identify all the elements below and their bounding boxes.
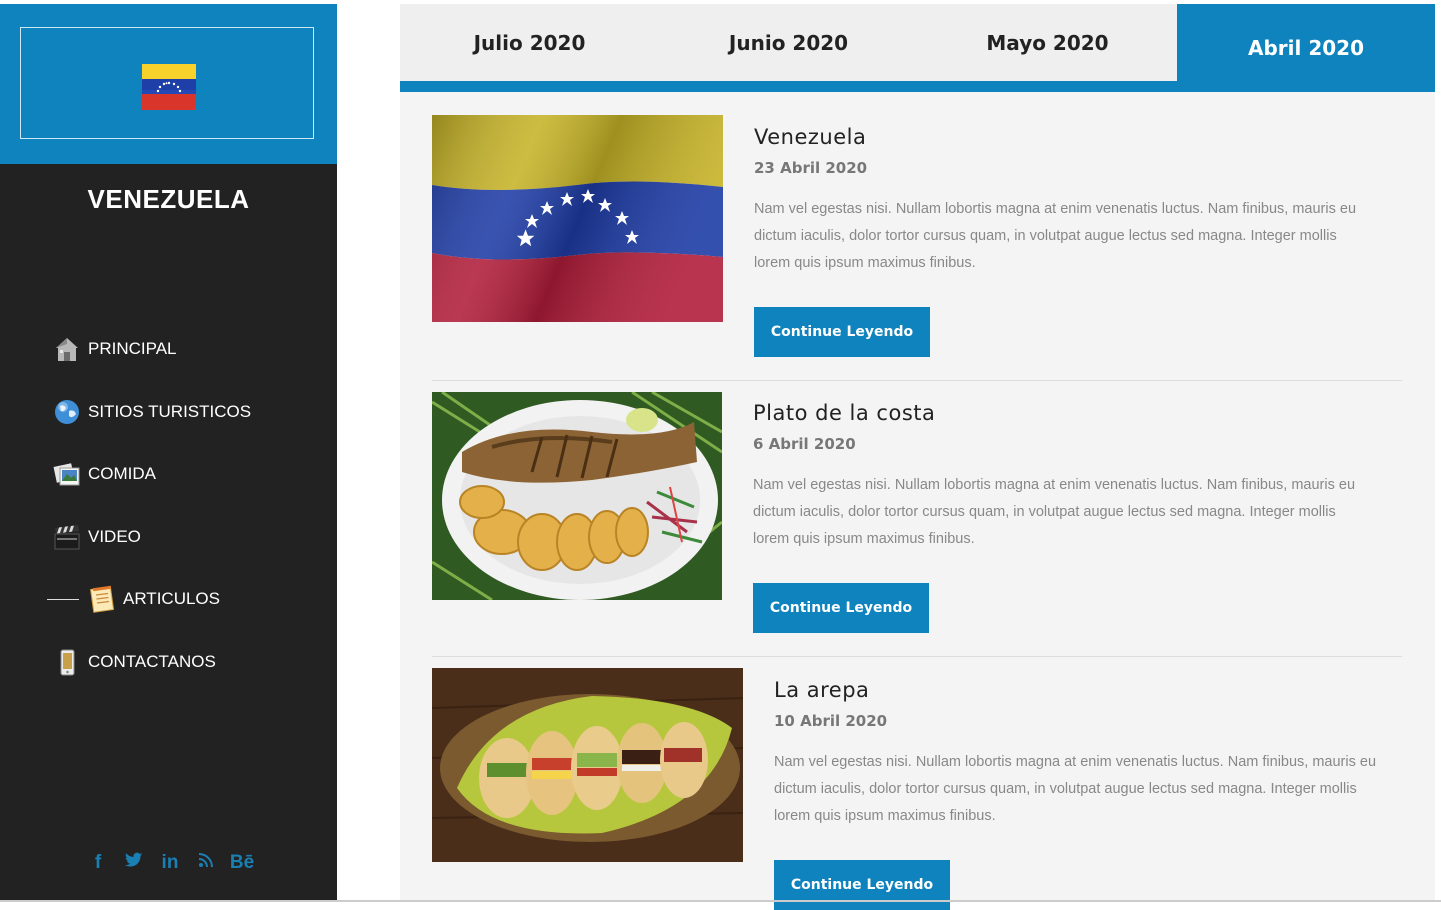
nav-item-contactanos[interactable]: CONTACTANOS	[52, 645, 216, 679]
article-title[interactable]: Venezuela	[754, 125, 866, 149]
article-date: 6 Abril 2020	[753, 435, 856, 453]
tab-julio-2020[interactable]: Julio 2020	[400, 4, 659, 81]
nav-label: PRINCIPAL	[88, 339, 177, 358]
tab-abril-2020[interactable]: Abril 2020	[1177, 4, 1435, 92]
article-date: 10 Abril 2020	[774, 712, 888, 730]
nav-item-principal[interactable]: PRINCIPAL	[52, 332, 177, 366]
active-indicator	[47, 598, 79, 600]
linkedin-icon[interactable]: in	[152, 852, 188, 874]
nav-item-comida[interactable]: COMIDA	[52, 457, 156, 491]
tab-underline	[400, 81, 1435, 92]
article-title[interactable]: Plato de la costa	[753, 401, 935, 425]
rss-icon[interactable]	[188, 852, 224, 874]
sidebar: VENEZUELA PRINCIPAL SITIOS TURISTICOS CO…	[0, 4, 337, 902]
facebook-icon[interactable]: f	[80, 852, 116, 874]
article-excerpt: Nam vel egestas nisi. Nullam lobortis ma…	[774, 754, 1377, 824]
nav-label: COMIDA	[88, 464, 156, 483]
main-content: Julio 2020 Junio 2020 Mayo 2020 Abril 20…	[400, 4, 1435, 910]
nav-label: ARTICULOS	[123, 589, 220, 608]
article-excerpt: Nam vel egestas nisi. Nullam lobortis ma…	[754, 201, 1357, 271]
twitter-icon[interactable]	[116, 852, 152, 874]
article-divider	[432, 656, 1402, 657]
globe-icon	[55, 400, 79, 424]
article-excerpt: Nam vel egestas nisi. Nullam lobortis ma…	[753, 477, 1356, 547]
social-links: f in Bē	[80, 852, 260, 874]
phone-icon	[60, 649, 75, 676]
continue-reading-button[interactable]: Continue Leyendo	[774, 860, 950, 910]
arepas-basket-photo[interactable]	[432, 668, 743, 862]
nav-label: SITIOS TURISTICOS	[88, 402, 252, 421]
notepad-icon	[90, 585, 115, 613]
venezuela-flag-logo[interactable]	[142, 64, 196, 110]
nav-item-sitios-turisticos[interactable]: SITIOS TURISTICOS	[52, 395, 251, 429]
tab-mayo-2020[interactable]: Mayo 2020	[918, 4, 1177, 81]
continue-reading-button[interactable]: Continue Leyendo	[753, 583, 929, 633]
venezuela-flag-photo[interactable]	[432, 115, 723, 322]
photos-icon	[53, 463, 80, 486]
nav-label: VIDEO	[88, 527, 141, 546]
clapperboard-icon	[54, 525, 80, 550]
article-divider	[432, 380, 1402, 381]
behance-icon[interactable]: Bē	[224, 852, 260, 874]
month-tabs: Julio 2020 Junio 2020 Mayo 2020 Abril 20…	[400, 4, 1435, 92]
site-title: VENEZUELA	[87, 184, 250, 214]
nav-label: CONTACTANOS	[88, 652, 216, 671]
fried-fish-plate-photo[interactable]	[432, 392, 722, 600]
sidebar-header	[0, 4, 337, 164]
nav-item-video[interactable]: VIDEO	[52, 520, 141, 554]
house-icon	[56, 338, 78, 361]
article-title[interactable]: La arepa	[774, 678, 869, 702]
continue-reading-button[interactable]: Continue Leyendo	[754, 307, 930, 357]
nav-item-articulos[interactable]: ARTICULOS	[47, 582, 220, 616]
article-date: 23 Abril 2020	[754, 159, 868, 177]
tab-junio-2020[interactable]: Junio 2020	[659, 4, 918, 81]
